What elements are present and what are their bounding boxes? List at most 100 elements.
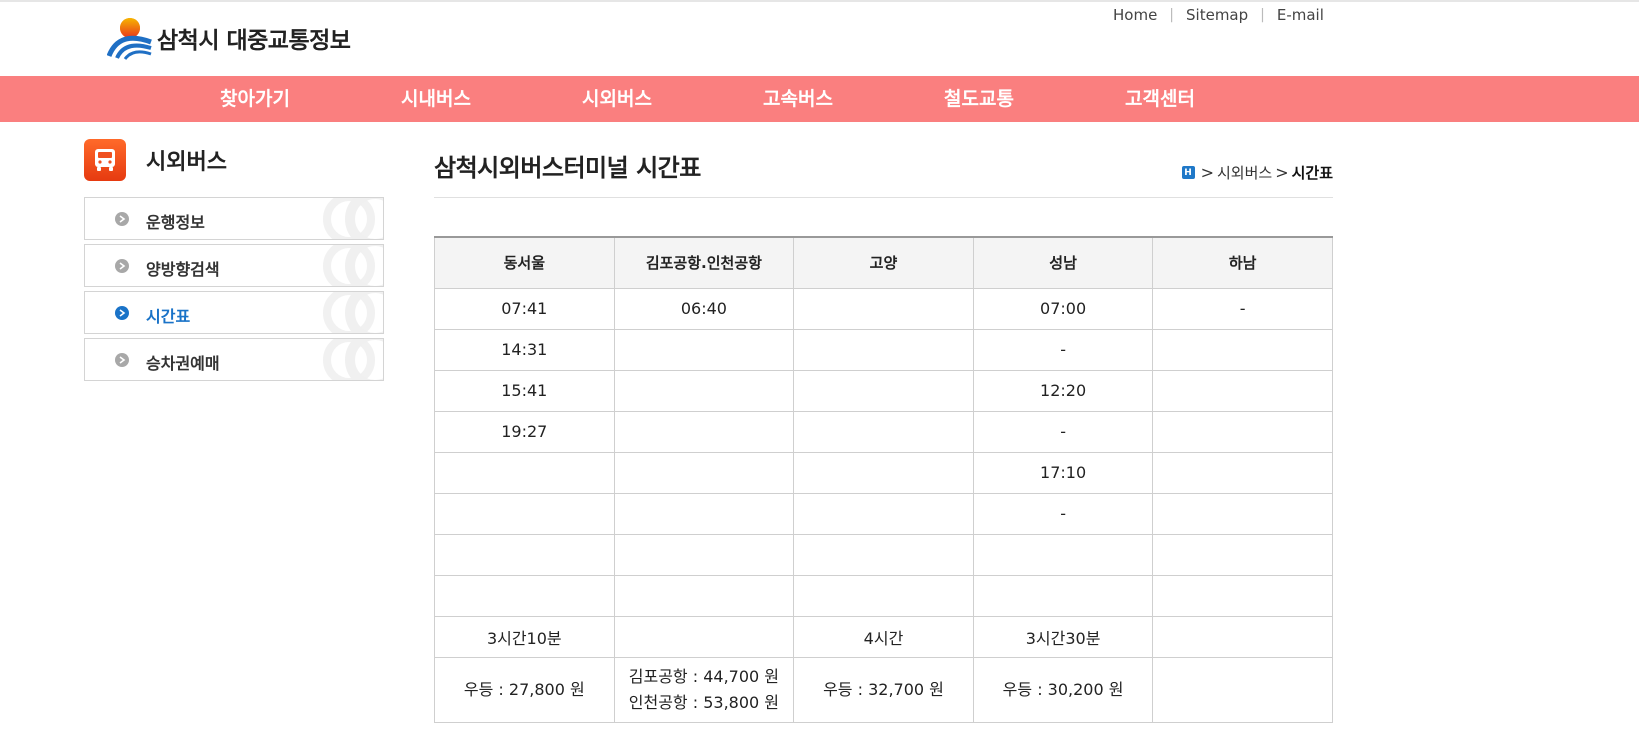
sidebar-item-operation-info[interactable]: 운행정보 (84, 197, 384, 240)
table-row: 07:41 06:40 07:00- (434, 287, 1333, 330)
fare-line: 인천공항 : 53,800 원 (628, 692, 779, 712)
table-cell (613, 451, 795, 494)
arrow-circle-icon (115, 353, 129, 367)
table-cell: 12:20 (972, 369, 1154, 412)
table-row (434, 574, 1333, 617)
fare-line: 김포공항 : 44,700 원 (628, 666, 779, 686)
breadcrumb: H > 시외버스 > 시간표 (1181, 162, 1333, 183)
bus-icon (84, 139, 126, 181)
column-header: 하남 (1152, 236, 1333, 289)
table-cell (793, 287, 974, 330)
fare-line: 우등 : 30,200 원 (1002, 679, 1124, 699)
table-cell: 17:10 (972, 451, 1154, 494)
table-cell (1152, 533, 1333, 576)
fare-line: 우등 : 27,800 원 (463, 679, 585, 699)
table-cell (1152, 410, 1333, 453)
table-cell (972, 574, 1154, 617)
util-separator: | (1260, 7, 1265, 23)
table-header-row: 동서울 김포공항.인천공항 고양 성남 하남 (434, 236, 1333, 289)
table-cell (434, 451, 615, 494)
table-cell: - (1152, 287, 1333, 330)
duration-row: 3시간10분 4시간 3시간30분 (434, 615, 1333, 658)
sidebar-title: 시외버스 (146, 150, 227, 175)
table-cell (793, 533, 974, 576)
site-title: 삼척시 대중교통정보 (157, 28, 351, 54)
arrow-circle-icon (115, 212, 129, 226)
table-row: 19:27 - (434, 410, 1333, 453)
table-cell: 14:31 (434, 328, 615, 371)
table-cell: 19:27 (434, 410, 615, 453)
sidebar-item-bidirectional-search[interactable]: 양방향검색 (84, 244, 384, 287)
table-cell: - (972, 492, 1154, 535)
table-cell (793, 492, 974, 535)
fare-cell: 우등 : 32,700 원 (793, 656, 974, 723)
fare-row: 우등 : 27,800 원 김포공항 : 44,700 원인천공항 : 53,80… (434, 656, 1333, 723)
table-cell (1152, 492, 1333, 535)
sidebar-item-timetable[interactable]: 시간표 (84, 291, 384, 334)
nav-item-customer-center[interactable]: 고객센터 (1090, 76, 1230, 122)
table-cell: 06:40 (613, 287, 795, 330)
table-cell (434, 492, 615, 535)
table-cell (793, 410, 974, 453)
fare-cell (1152, 656, 1333, 723)
table-cell: 07:00 (972, 287, 1154, 330)
home-icon[interactable]: H (1181, 166, 1195, 179)
timetable: 동서울 김포공항.인천공항 고양 성남 하남 07:41 06:40 07:00-1… (434, 236, 1333, 723)
site-logo[interactable]: 삼척시 대중교통정보 (107, 16, 351, 60)
table-cell: 07:41 (434, 287, 615, 330)
sidebar-item-label: 시간표 (146, 307, 191, 326)
table-cell (793, 574, 974, 617)
table-row: 14:31 - (434, 328, 1333, 371)
email-link[interactable]: E-mail (1277, 6, 1324, 24)
duration-cell: 3시간10분 (434, 615, 615, 658)
sidebar-item-label: 양방향검색 (146, 260, 220, 279)
duration-cell: 4시간 (793, 615, 974, 658)
table-cell (793, 369, 974, 412)
table-cell (613, 369, 795, 412)
table-cell (613, 328, 795, 371)
table-cell (613, 533, 795, 576)
nav-item-intercity-bus[interactable]: 시외버스 (547, 76, 687, 122)
table-cell (1152, 451, 1333, 494)
arrow-circle-icon (115, 259, 129, 273)
column-header: 김포공항.인천공항 (613, 236, 795, 289)
divider (434, 197, 1333, 198)
table-row: 17:10 (434, 451, 1333, 494)
sidebar-menu: 운행정보 양방향검색 시간표 승차권예매 (84, 197, 384, 385)
decoration (345, 292, 383, 333)
table-cell (613, 574, 795, 617)
table-cell (793, 328, 974, 371)
nav-item-directions[interactable]: 찾아가기 (185, 76, 325, 122)
breadcrumb-current: 시간표 (1291, 164, 1333, 182)
table-cell (1152, 574, 1333, 617)
column-header: 동서울 (434, 236, 615, 289)
fare-cell: 우등 : 27,800 원 (434, 656, 615, 723)
top-border (0, 0, 1639, 2)
nav-item-city-bus[interactable]: 시내버스 (366, 76, 506, 122)
table-cell (972, 533, 1154, 576)
table-cell (434, 574, 615, 617)
nav-item-express-bus[interactable]: 고속버스 (728, 76, 868, 122)
sidebar-item-label: 운행정보 (146, 213, 205, 232)
column-header: 고양 (793, 236, 974, 289)
duration-cell (613, 615, 795, 658)
table-row: 15:41 12:20 (434, 369, 1333, 412)
sitemap-link[interactable]: Sitemap (1186, 6, 1248, 24)
table-cell (1152, 328, 1333, 371)
table-row: - (434, 492, 1333, 535)
logo-sun-icon (107, 18, 152, 60)
table-cell (793, 451, 974, 494)
breadcrumb-item[interactable]: 시외버스 (1217, 162, 1272, 183)
duration-cell: 3시간30분 (972, 615, 1154, 658)
table-cell: - (972, 328, 1154, 371)
table-cell (434, 533, 615, 576)
sidebar-item-label: 승차권예매 (146, 354, 220, 373)
decoration (345, 198, 383, 239)
home-link[interactable]: Home (1113, 6, 1157, 24)
chevron-right-icon: > (1200, 163, 1214, 182)
sidebar-item-ticket-reservation[interactable]: 승차권예매 (84, 338, 384, 381)
util-separator: | (1169, 7, 1175, 23)
arrow-circle-icon (115, 306, 129, 320)
table-cell (1152, 369, 1333, 412)
nav-item-rail[interactable]: 철도교통 (909, 76, 1049, 122)
